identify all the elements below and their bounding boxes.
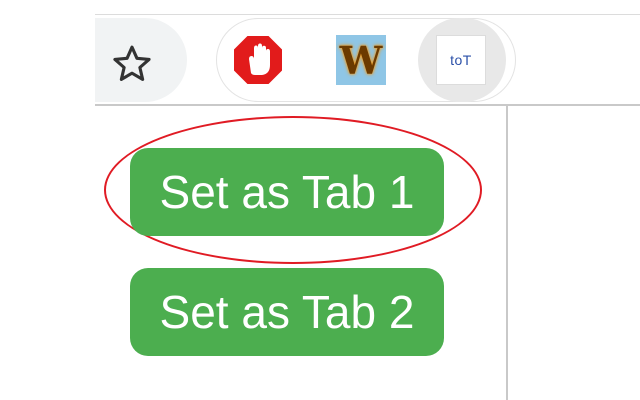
tab-extension-button[interactable]: toT	[432, 31, 490, 89]
bookmark-star-button[interactable]	[108, 40, 156, 88]
toolbar-top-border	[95, 14, 640, 15]
tot-icon: toT	[436, 35, 486, 85]
adblock-extension-button[interactable]	[229, 31, 287, 89]
popup-right-border	[506, 106, 508, 400]
w-letter-icon: W	[336, 35, 386, 85]
toolbar-bottom-border	[95, 104, 640, 106]
screenshot-stage: W toT Set as Tab 1 Set as Tab 2	[0, 0, 640, 400]
star-outline-icon	[113, 45, 151, 81]
set-as-tab-1-button[interactable]: Set as Tab 1	[130, 148, 444, 236]
stop-hand-icon	[232, 34, 284, 86]
w-extension-button[interactable]: W	[332, 31, 390, 89]
set-as-tab-2-button[interactable]: Set as Tab 2	[130, 268, 444, 356]
